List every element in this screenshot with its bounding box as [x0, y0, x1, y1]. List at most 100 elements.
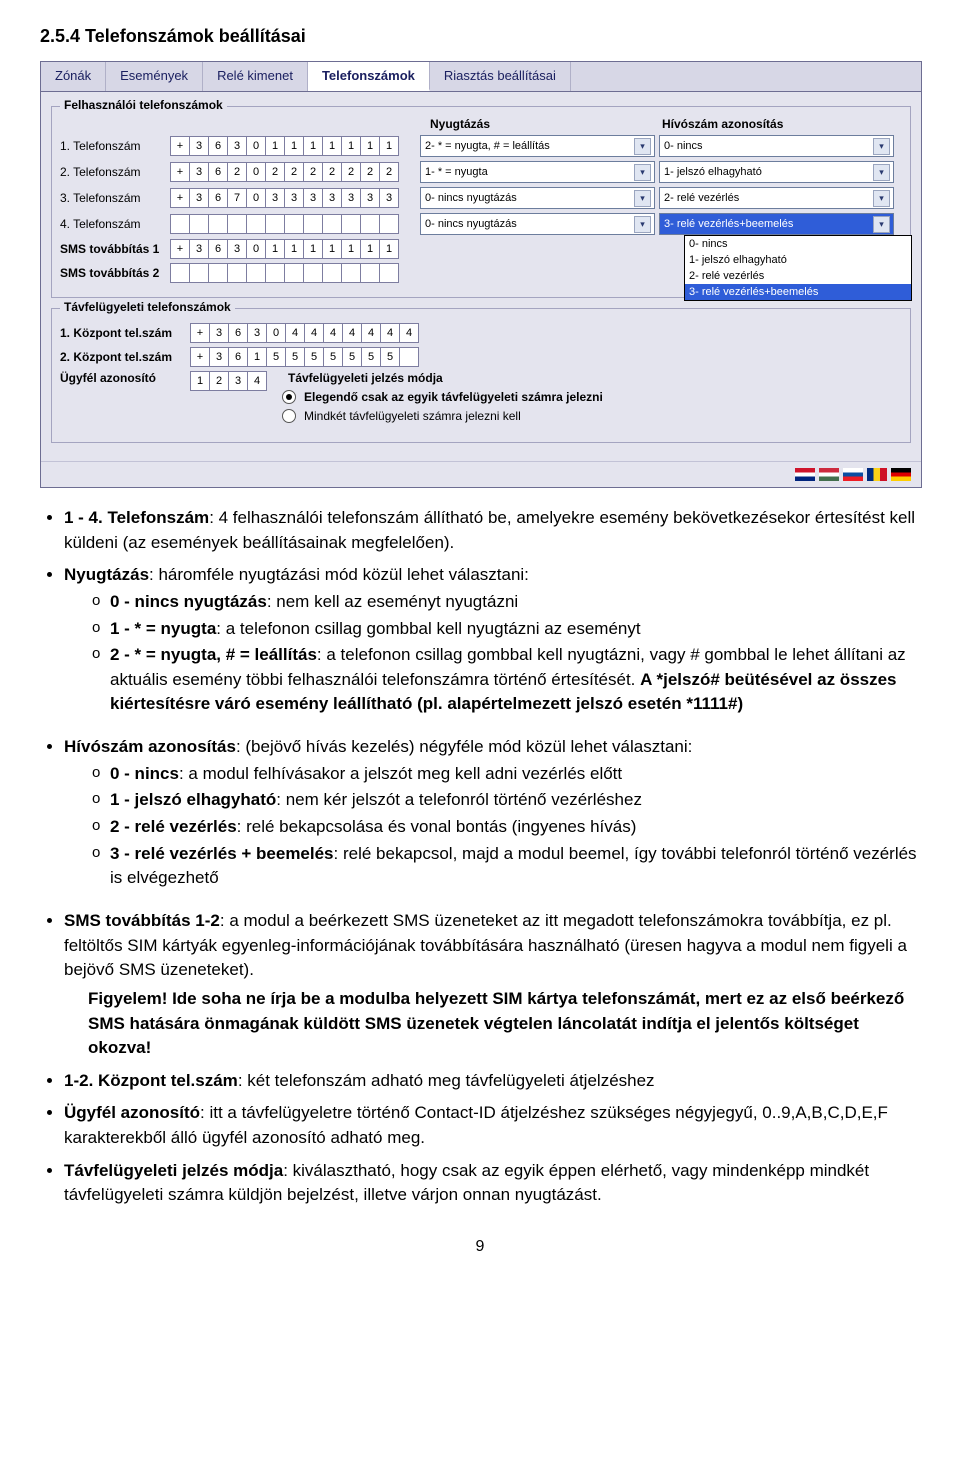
digit-cell[interactable]: 3 [227, 239, 247, 259]
digit-cell[interactable]: 2 [209, 371, 229, 391]
digit-cell[interactable] [303, 214, 323, 234]
flag-hu-icon[interactable] [819, 468, 839, 481]
digit-cell[interactable]: 4 [342, 323, 362, 343]
digit-cell[interactable]: 3 [189, 239, 209, 259]
digit-cell[interactable]: 4 [361, 323, 381, 343]
digit-cell[interactable]: 2 [284, 162, 304, 182]
sms2-input[interactable] [170, 263, 398, 283]
digit-cell[interactable] [265, 214, 285, 234]
phone-input[interactable] [170, 214, 398, 234]
digit-cell[interactable] [170, 214, 190, 234]
digit-cell[interactable] [284, 263, 304, 283]
digit-cell[interactable]: 1 [284, 136, 304, 156]
digit-cell[interactable] [341, 214, 361, 234]
digit-cell[interactable]: 6 [228, 323, 248, 343]
sms1-input[interactable]: +36301111111 [170, 239, 398, 259]
caller-select[interactable]: 0- nincs▾ [659, 135, 894, 157]
digit-cell[interactable] [265, 263, 285, 283]
digit-cell[interactable]: 1 [303, 136, 323, 156]
digit-cell[interactable]: 2 [341, 162, 361, 182]
digit-cell[interactable] [322, 263, 342, 283]
phone-input[interactable]: +36703333333 [170, 188, 398, 208]
ack-select[interactable]: 0- nincs nyugtázás▾ [420, 213, 655, 235]
digit-cell[interactable]: 2 [322, 162, 342, 182]
digit-cell[interactable]: 3 [189, 162, 209, 182]
mode-option-0[interactable]: Elegendő csak az egyik távfelügyeleti sz… [282, 390, 603, 404]
digit-cell[interactable]: 0 [266, 323, 286, 343]
digit-cell[interactable]: 3 [209, 347, 229, 367]
digit-cell[interactable]: 2 [303, 162, 323, 182]
ack-select[interactable]: 0- nincs nyugtázás▾ [420, 187, 655, 209]
digit-cell[interactable] [322, 214, 342, 234]
digit-cell[interactable] [189, 214, 209, 234]
kozpont1-input[interactable]: +36304444444 [190, 323, 418, 343]
dropdown-option[interactable]: 1- jelszó elhagyható [685, 252, 911, 268]
digit-cell[interactable]: 5 [323, 347, 343, 367]
tab-alarm[interactable]: Riasztás beállításai [430, 62, 571, 91]
digit-cell[interactable]: 6 [208, 136, 228, 156]
digit-cell[interactable]: 5 [361, 347, 381, 367]
digit-cell[interactable]: 5 [266, 347, 286, 367]
kozpont2-input[interactable]: +3615555555 [190, 347, 418, 367]
digit-cell[interactable] [227, 214, 247, 234]
digit-cell[interactable] [208, 263, 228, 283]
digit-cell[interactable]: 3 [303, 188, 323, 208]
digit-cell[interactable]: 0 [246, 239, 266, 259]
digit-cell[interactable] [399, 347, 419, 367]
digit-cell[interactable] [341, 263, 361, 283]
digit-cell[interactable]: 1 [379, 239, 399, 259]
digit-cell[interactable]: 3 [379, 188, 399, 208]
digit-cell[interactable]: 4 [323, 323, 343, 343]
digit-cell[interactable]: 3 [284, 188, 304, 208]
digit-cell[interactable]: 3 [189, 188, 209, 208]
digit-cell[interactable]: 5 [380, 347, 400, 367]
digit-cell[interactable]: 0 [246, 162, 266, 182]
digit-cell[interactable] [303, 263, 323, 283]
digit-cell[interactable]: 3 [341, 188, 361, 208]
digit-cell[interactable]: 5 [304, 347, 324, 367]
digit-cell[interactable]: + [190, 347, 210, 367]
digit-cell[interactable]: + [190, 323, 210, 343]
digit-cell[interactable]: 4 [285, 323, 305, 343]
digit-cell[interactable]: 6 [208, 239, 228, 259]
digit-cell[interactable] [360, 263, 380, 283]
digit-cell[interactable] [379, 263, 399, 283]
ack-select[interactable]: 2- * = nyugta, # = leállítás▾ [420, 135, 655, 157]
digit-cell[interactable] [360, 214, 380, 234]
digit-cell[interactable]: 4 [399, 323, 419, 343]
digit-cell[interactable] [379, 214, 399, 234]
digit-cell[interactable] [227, 263, 247, 283]
digit-cell[interactable]: 2 [360, 162, 380, 182]
digit-cell[interactable]: 1 [265, 136, 285, 156]
tab-relay[interactable]: Relé kimenet [203, 62, 308, 91]
digit-cell[interactable]: 1 [265, 239, 285, 259]
digit-cell[interactable]: 1 [360, 239, 380, 259]
digit-cell[interactable]: 6 [208, 162, 228, 182]
digit-cell[interactable]: 3 [322, 188, 342, 208]
digit-cell[interactable]: 3 [265, 188, 285, 208]
digit-cell[interactable]: 1 [322, 136, 342, 156]
digit-cell[interactable]: 1 [247, 347, 267, 367]
digit-cell[interactable]: 2 [265, 162, 285, 182]
digit-cell[interactable]: 4 [380, 323, 400, 343]
phone-input[interactable]: +36301111111 [170, 136, 398, 156]
digit-cell[interactable]: 3 [360, 188, 380, 208]
dropdown-option[interactable]: 0- nincs [685, 236, 911, 252]
digit-cell[interactable]: + [170, 239, 190, 259]
digit-cell[interactable]: 4 [304, 323, 324, 343]
caller-select[interactable]: 1- jelszó elhagyható▾ [659, 161, 894, 183]
digit-cell[interactable]: 2 [227, 162, 247, 182]
digit-cell[interactable]: 5 [285, 347, 305, 367]
caller-select[interactable]: 2- relé vezérlés▾ [659, 187, 894, 209]
digit-cell[interactable]: 0 [246, 188, 266, 208]
digit-cell[interactable] [170, 263, 190, 283]
digit-cell[interactable]: 1 [284, 239, 304, 259]
digit-cell[interactable]: 6 [208, 188, 228, 208]
digit-cell[interactable] [208, 214, 228, 234]
digit-cell[interactable]: 1 [360, 136, 380, 156]
digit-cell[interactable]: + [170, 162, 190, 182]
digit-cell[interactable]: 4 [247, 371, 267, 391]
phone-input[interactable]: +36202222222 [170, 162, 398, 182]
ugyfel-input[interactable]: 1234 [190, 371, 266, 391]
digit-cell[interactable]: 1 [341, 239, 361, 259]
